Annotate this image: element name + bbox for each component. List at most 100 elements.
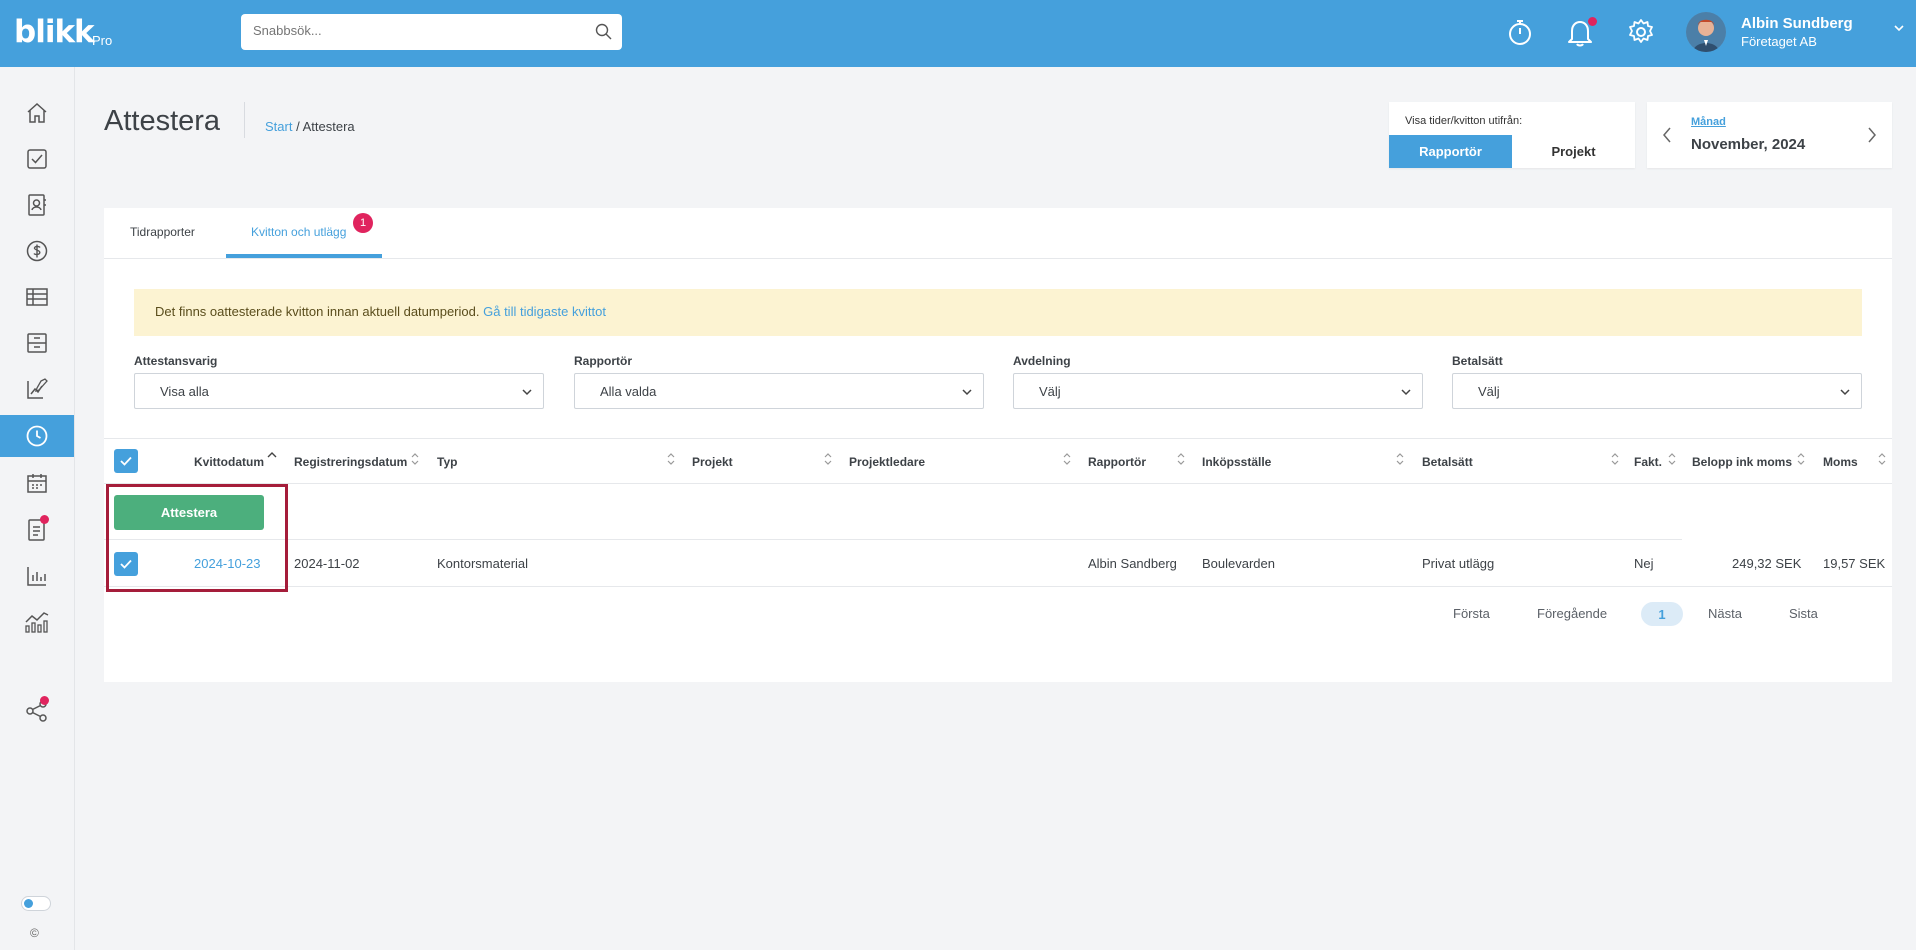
share-icon[interactable] (0, 690, 74, 732)
pagination-first[interactable]: Första (1453, 606, 1490, 621)
notification-dot (40, 515, 49, 524)
view-toggle-label: Visa tider/kvitton utifrån: (1405, 115, 1523, 127)
period-type-link[interactable]: Månad (1691, 116, 1726, 128)
pagination-current[interactable]: 1 (1641, 602, 1683, 626)
filter-select-avdelning[interactable]: Välj (1013, 373, 1423, 409)
column-header-registreringsdatum[interactable]: Registreringsdatum (294, 455, 407, 469)
filter-value: Alla valda (600, 384, 657, 399)
chevron-down-icon (521, 386, 533, 401)
sort-icon[interactable] (1062, 452, 1072, 469)
contacts-icon[interactable] (0, 184, 74, 226)
home-icon[interactable] (0, 92, 74, 134)
logo-suffix: Pro (92, 33, 113, 48)
task-check-icon[interactable] (0, 138, 74, 180)
sort-icon[interactable] (823, 452, 833, 469)
gear-icon[interactable] (1627, 17, 1657, 47)
table-icon[interactable] (0, 276, 74, 318)
bulk-action-row: Attestera (104, 484, 1892, 541)
top-bar: blikk Pro Albin Sundberg Företaget AB (0, 0, 1916, 67)
column-header-projektledare[interactable]: Projektledare (849, 455, 925, 469)
cell-moms: 19,57 SEK (1823, 556, 1886, 571)
column-header-betalsatt[interactable]: Betalsätt (1422, 455, 1473, 469)
filter-label-avdelning: Avdelning (1013, 354, 1071, 368)
filter-value: Välj (1478, 384, 1500, 399)
chevron-left-icon[interactable] (1661, 126, 1673, 147)
tab-kvitton[interactable]: Kvitton och utlägg (251, 225, 346, 239)
breadcrumb: Start / Attestera (265, 119, 355, 134)
pagination-previous[interactable]: Föregående (1537, 606, 1607, 621)
search-input[interactable] (253, 23, 573, 38)
table-row[interactable]: 2024-10-23 2024-11-02 Kontorsmaterial Al… (104, 541, 1892, 587)
view-toggle: Visa tider/kvitton utifrån: Rapportör Pr… (1389, 102, 1635, 168)
cell-fakt: Nej (1634, 556, 1654, 571)
select-all-checkbox[interactable] (114, 449, 138, 473)
highlight-box (106, 484, 288, 592)
sort-icon[interactable] (1877, 452, 1887, 469)
calendar-icon[interactable] (0, 462, 74, 504)
row-divider (104, 539, 1682, 540)
chevron-right-icon[interactable] (1866, 126, 1878, 147)
cell-rapportor: Albin Sandberg (1088, 556, 1177, 571)
column-header-belopp[interactable]: Belopp ink moms (1692, 455, 1792, 469)
search-box[interactable] (241, 14, 622, 50)
period-value: November, 2024 (1691, 136, 1806, 153)
table-header: Kvittodatum Registreringsdatum Typ Proje… (104, 438, 1892, 484)
alert-link[interactable]: Gå till tidigaste kvittot (483, 304, 606, 319)
alert-text: Det finns oattesterade kvitton innan akt… (155, 304, 480, 319)
copyright-text: © (30, 926, 39, 940)
cell-registreringsdatum: 2024-11-02 (294, 556, 360, 571)
column-header-projekt[interactable]: Projekt (692, 455, 733, 469)
archive-icon[interactable] (0, 322, 74, 364)
view-option-projekt[interactable]: Projekt (1512, 135, 1635, 168)
page-title: Attestera (104, 105, 221, 137)
bar-chart-icon[interactable] (0, 555, 74, 597)
theme-toggle[interactable] (21, 896, 51, 911)
app-logo[interactable]: blikk (14, 14, 95, 50)
title-divider (244, 102, 245, 138)
column-header-rapportor[interactable]: Rapportör (1088, 455, 1146, 469)
chevron-down-icon (961, 386, 973, 401)
sort-icon[interactable] (1395, 452, 1405, 469)
sort-icon[interactable] (410, 452, 420, 469)
column-header-typ[interactable]: Typ (437, 455, 457, 469)
view-option-rapportor[interactable]: Rapportör (1389, 135, 1512, 168)
dollar-icon[interactable] (0, 230, 74, 272)
sort-icon[interactable] (1610, 452, 1620, 469)
bell-icon[interactable] (1566, 17, 1597, 47)
breadcrumb-separator: / (296, 119, 300, 134)
cell-typ: Kontorsmaterial (437, 556, 529, 571)
filter-value: Visa alla (160, 384, 209, 399)
filter-select-rapportor[interactable]: Alla valda (574, 373, 984, 409)
column-header-moms[interactable]: Moms (1823, 455, 1858, 469)
sort-icon[interactable] (1796, 452, 1806, 469)
column-header-kvittodatum[interactable]: Kvittodatum (194, 455, 264, 469)
column-header-inkopsstalle[interactable]: Inköpsställe (1202, 455, 1271, 469)
info-alert: Det finns oattesterade kvitton innan akt… (134, 289, 1862, 336)
filter-select-attestansvarig[interactable]: Visa alla (134, 373, 544, 409)
filter-label-attestansvarig: Attestansvarig (134, 354, 218, 368)
cell-betalsatt: Privat utlägg (1422, 556, 1495, 571)
pagination-next[interactable]: Nästa (1708, 606, 1742, 621)
user-name[interactable]: Albin Sundberg (1741, 15, 1853, 32)
tab-tidrapporter[interactable]: Tidrapporter (130, 225, 195, 239)
analytics-icon[interactable] (0, 601, 74, 643)
breadcrumb-start-link[interactable]: Start (265, 119, 292, 134)
column-header-fakt[interactable]: Fakt. (1634, 455, 1662, 469)
chevron-down-icon[interactable] (1893, 22, 1905, 37)
avatar[interactable] (1686, 12, 1726, 52)
report-edit-icon[interactable] (0, 368, 74, 410)
stopwatch-icon[interactable] (1506, 17, 1536, 47)
document-icon[interactable] (0, 509, 74, 551)
sort-icon[interactable] (1667, 452, 1677, 469)
filter-select-betalsatt[interactable]: Välj (1452, 373, 1862, 409)
clock-icon[interactable] (0, 415, 74, 457)
search-icon[interactable] (595, 23, 612, 43)
filter-value: Välj (1039, 384, 1061, 399)
sort-icon[interactable] (1176, 452, 1186, 469)
tab-badge: 1 (353, 213, 373, 233)
pagination-last[interactable]: Sista (1789, 606, 1818, 621)
user-company: Företaget AB (1741, 34, 1817, 49)
sort-icon[interactable] (666, 452, 676, 469)
sort-asc-icon[interactable] (267, 451, 277, 466)
filter-label-betalsatt: Betalsätt (1452, 354, 1503, 368)
